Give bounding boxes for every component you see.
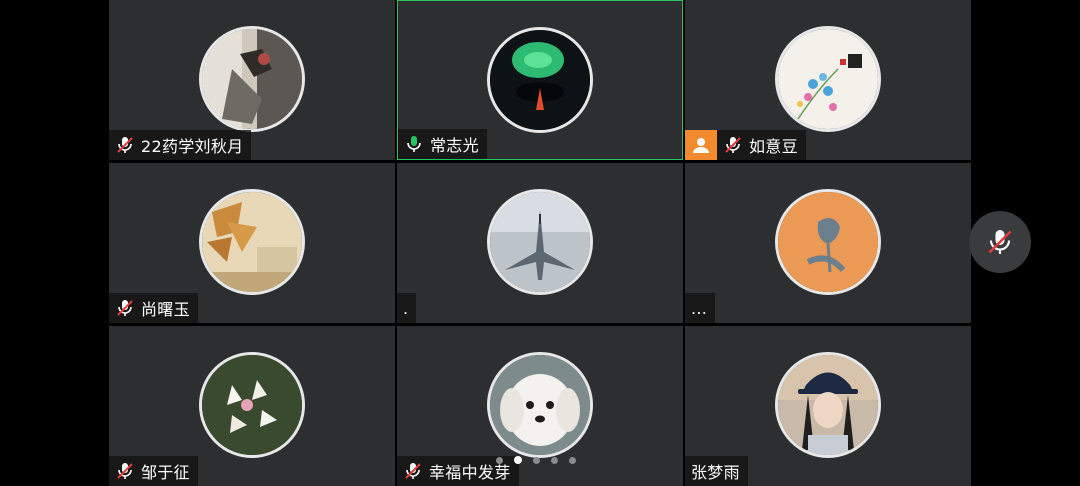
video-grid: 22药学刘秋月 常志光 如意豆 尚曙玉 . ... 邹于征 幸福中发芽 张梦雨 (109, 0, 972, 486)
participant-avatar (775, 189, 881, 295)
participant-tile[interactable]: 邹于征 (109, 326, 395, 486)
page-dot-active[interactable] (514, 456, 522, 464)
participant-avatar (775, 352, 881, 458)
participant-name: ... (691, 298, 708, 318)
page-dot[interactable] (496, 456, 503, 464)
mic-muted-icon (115, 461, 135, 481)
participant-name-tag: ... (685, 293, 716, 323)
participant-avatar (199, 26, 305, 132)
participant-tile[interactable]: 张梦雨 (685, 326, 971, 486)
participant-tile[interactable]: ... (685, 163, 971, 323)
mic-muted-icon (115, 298, 135, 318)
participant-avatar (775, 26, 881, 132)
participant-name-tag: . (397, 293, 417, 323)
participant-name-tag: 邹于征 (109, 456, 198, 486)
page-dot[interactable] (569, 456, 576, 464)
participant-name-tag: 常志光 (398, 129, 487, 159)
fighter-jet-avatar (490, 192, 590, 292)
participant-avatar (487, 352, 593, 458)
participant-tile[interactable]: . (397, 163, 683, 323)
participant-name: . (403, 298, 409, 318)
page-indicator[interactable] (496, 456, 576, 464)
mic-muted-icon (988, 230, 1012, 254)
floral-reading-avatar (778, 29, 878, 129)
mic-muted-icon (115, 135, 135, 155)
autumn-leaves-avatar (202, 192, 302, 292)
mic-muted-icon (403, 461, 423, 481)
participant-avatar (487, 189, 593, 295)
orange-rose-avatar (778, 192, 878, 292)
participant-tile[interactable]: 如意豆 (685, 0, 971, 160)
participant-tile[interactable]: 常志光 (397, 0, 683, 160)
page-dot[interactable] (533, 456, 540, 464)
white-puppy-avatar (490, 355, 590, 455)
mic-muted-icon (723, 135, 743, 155)
participant-name-tag: 如意豆 (717, 130, 806, 160)
participant-name-tag: 张梦雨 (685, 456, 748, 486)
participant-name: 尚曙玉 (141, 300, 190, 319)
participant-name-tag: 22药学刘秋月 (109, 130, 252, 160)
room-shadow-avatar (202, 29, 302, 129)
participant-name: 如意豆 (749, 137, 798, 156)
participant-name-tag: 尚曙玉 (109, 293, 198, 323)
participant-name: 张梦雨 (691, 463, 740, 482)
participant-tile[interactable]: 尚曙玉 (109, 163, 395, 323)
mic-active-icon (404, 134, 424, 154)
page-dot[interactable] (551, 456, 558, 464)
girl-cap-avatar (778, 355, 878, 455)
participant-name: 常志光 (430, 136, 479, 155)
participant-name: 邹于征 (141, 463, 190, 482)
white-lilies-avatar (202, 355, 302, 455)
lotus-leaf-avatar (490, 30, 590, 130)
participant-avatar (487, 27, 593, 133)
host-icon (685, 130, 717, 160)
mute-toggle-button[interactable] (969, 211, 1031, 273)
participant-avatar (199, 189, 305, 295)
participant-name: 22药学刘秋月 (141, 137, 244, 156)
participant-avatar (199, 352, 305, 458)
participant-tile[interactable]: 22药学刘秋月 (109, 0, 395, 160)
